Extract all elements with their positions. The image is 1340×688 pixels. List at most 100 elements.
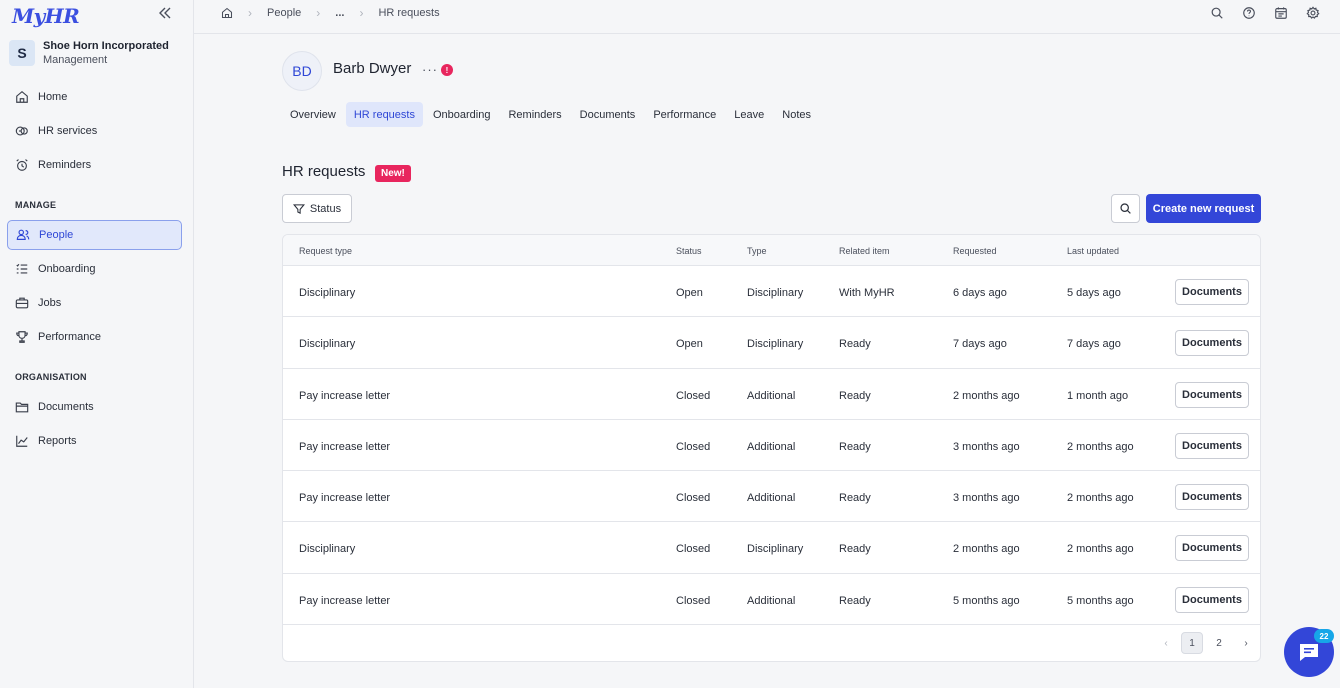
sidebar-item-label: Onboarding: [38, 263, 96, 275]
tab-performance[interactable]: Performance: [645, 102, 724, 127]
sidebar-item-label: Jobs: [38, 297, 62, 309]
sidebar-item-reminders[interactable]: Reminders: [7, 150, 182, 180]
search-icon: [1120, 203, 1131, 214]
avatar: BD: [282, 51, 322, 91]
status-cell: Open: [676, 287, 703, 299]
alert-icon[interactable]: !: [441, 64, 453, 76]
status-cell: Closed: [676, 389, 711, 402]
home-icon: [16, 91, 28, 103]
documents-button[interactable]: Documents: [1175, 279, 1249, 305]
column-header[interactable]: Related item: [839, 246, 890, 256]
request-type-cell: Pay increase letter: [299, 440, 391, 453]
column-header[interactable]: Status: [676, 246, 702, 256]
breadcrumb-ellipsis[interactable]: ...: [335, 7, 344, 19]
last-updated-cell: 5 months ago: [1067, 594, 1134, 607]
status-filter-button[interactable]: Status: [282, 194, 352, 223]
requested-cell: 3 months ago: [953, 492, 1020, 505]
chat-unread-badge: 22: [1314, 629, 1334, 643]
myhr-logo[interactable]: MyHR: [12, 4, 80, 28]
sidebar-item-home[interactable]: Home: [7, 82, 182, 112]
home-icon[interactable]: [221, 7, 233, 19]
request-type-cell: Pay increase letter: [299, 594, 391, 607]
filter-icon: [292, 203, 305, 214]
page-button[interactable]: 1: [1181, 632, 1203, 654]
search-button[interactable]: [1111, 194, 1140, 223]
section-title-organisation: ORGANISATION: [15, 372, 87, 382]
type-cell: Additional: [747, 389, 796, 402]
status-cell: Closed: [676, 492, 711, 505]
sidebar-item-documents[interactable]: Documents: [7, 392, 182, 422]
table-row: Pay increase letter Closed Additional Ready…: [283, 574, 1260, 626]
next-page-button[interactable]: ›: [1235, 632, 1257, 654]
requested-cell: 2 months ago: [953, 543, 1020, 556]
requested-cell: 6 days ago: [953, 287, 1007, 299]
documents-button[interactable]: Documents: [1175, 330, 1249, 357]
related-item-cell: With MyHR: [839, 287, 895, 299]
column-header[interactable]: Last updated: [1067, 246, 1119, 256]
last-updated-cell: 2 months ago: [1067, 492, 1134, 505]
trophy-icon: [16, 331, 28, 343]
request-type-cell: Pay increase letter: [299, 492, 391, 505]
breadcrumb-separator-icon: ›: [316, 6, 321, 20]
tab-onboarding[interactable]: Onboarding: [425, 102, 499, 127]
related-item-cell: Ready: [839, 543, 871, 556]
more-options-button[interactable]: ···: [422, 62, 438, 77]
prev-page-button[interactable]: ‹: [1155, 632, 1177, 654]
table-row: Pay increase letter Closed Additional Ready…: [283, 420, 1260, 472]
sidebar-item-hr-services[interactable]: HR services: [7, 116, 182, 146]
breadcrumb: › People › ... › HR requests: [221, 6, 440, 20]
search-icon[interactable]: [1210, 6, 1224, 20]
help-icon[interactable]: [1242, 6, 1256, 20]
column-header[interactable]: Request type: [299, 246, 352, 256]
folder-icon: [15, 402, 29, 413]
documents-button[interactable]: Documents: [1175, 535, 1249, 562]
employee-name: Barb Dwyer: [333, 60, 412, 77]
sidebar-item-reports[interactable]: Reports: [7, 426, 182, 456]
last-updated-cell: 5 days ago: [1067, 287, 1121, 299]
calendar-icon[interactable]: [1274, 6, 1288, 20]
org-switcher[interactable]: S Shoe Horn Incorporated Management: [9, 40, 169, 66]
breadcrumb-people[interactable]: People: [267, 7, 301, 19]
status-cell: Closed: [676, 543, 711, 556]
table-header: Request type Status Type Related item Re…: [283, 235, 1260, 266]
last-updated-cell: 2 months ago: [1067, 543, 1134, 556]
request-type-cell: Disciplinary: [299, 338, 356, 351]
page-button[interactable]: 2: [1208, 632, 1230, 654]
tab-leave[interactable]: Leave: [726, 102, 772, 127]
requested-cell: 5 months ago: [953, 594, 1020, 607]
org-name: Shoe Horn Incorporated: [43, 40, 169, 52]
alarm-icon: [16, 159, 28, 171]
tab-hr-requests[interactable]: HR requests: [345, 102, 423, 127]
request-type-cell: Disciplinary: [299, 543, 356, 556]
chart-icon: [16, 435, 28, 447]
new-badge: New!: [375, 165, 411, 182]
tab-notes[interactable]: Notes: [774, 102, 819, 127]
sidebar-item-label: Documents: [38, 401, 94, 413]
sidebar-item-onboarding[interactable]: Onboarding: [7, 254, 182, 284]
sidebar-item-performance[interactable]: Performance: [7, 322, 182, 352]
tab-documents[interactable]: Documents: [572, 102, 644, 127]
table-row: Pay increase letter Closed Additional Ready…: [283, 369, 1260, 420]
documents-button[interactable]: Documents: [1175, 381, 1249, 408]
last-updated-cell: 1 month ago: [1067, 389, 1129, 402]
create-new-request-button[interactable]: Create new request: [1146, 194, 1261, 223]
status-cell: Closed: [676, 594, 711, 607]
documents-button[interactable]: Documents: [1175, 484, 1249, 511]
status-cell: Closed: [676, 440, 711, 453]
column-header[interactable]: Requested: [953, 246, 997, 256]
main-content: BD Barb Dwyer ··· ! Overview HR requests…: [194, 35, 1340, 688]
column-header[interactable]: Type: [747, 246, 767, 256]
section-title-manage: MANAGE: [15, 200, 57, 210]
tab-overview[interactable]: Overview: [282, 102, 344, 127]
profile-tabs: Overview HR requests Onboarding Reminder…: [282, 102, 819, 127]
last-updated-cell: 2 months ago: [1067, 440, 1134, 453]
tab-reminders[interactable]: Reminders: [500, 102, 569, 127]
sidebar-item-people[interactable]: People: [7, 220, 182, 250]
gear-icon[interactable]: [1306, 6, 1320, 20]
collapse-sidebar-icon[interactable]: [157, 5, 173, 21]
request-type-cell: Disciplinary: [299, 287, 356, 299]
sidebar-item-jobs[interactable]: Jobs: [7, 288, 182, 318]
type-cell: Additional: [747, 440, 796, 453]
documents-button[interactable]: Documents: [1175, 586, 1249, 613]
documents-button[interactable]: Documents: [1175, 432, 1249, 459]
